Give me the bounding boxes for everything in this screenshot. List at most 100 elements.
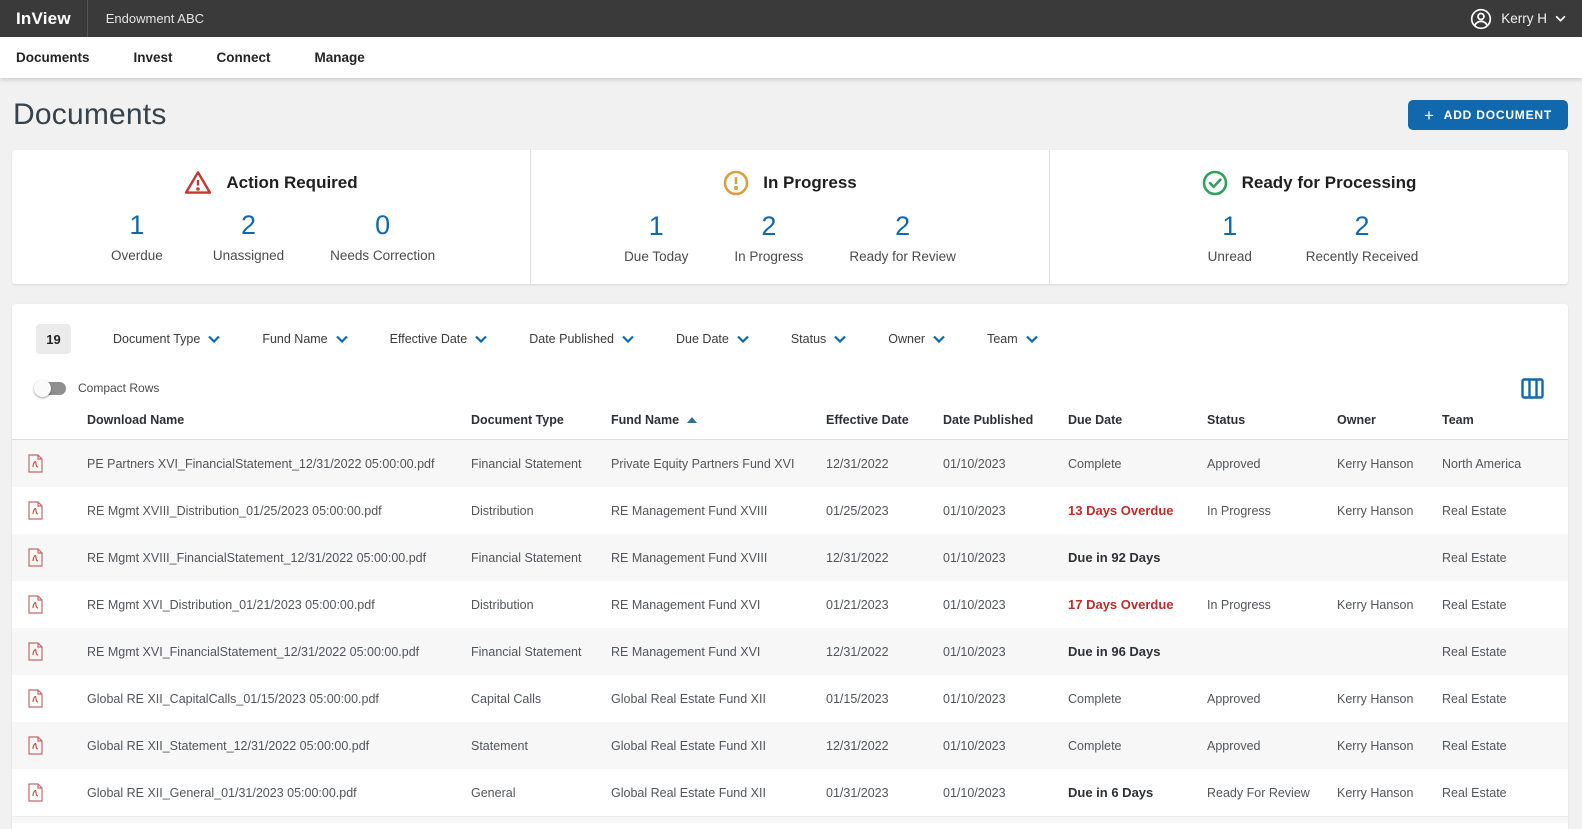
nav-item-documents[interactable]: Documents	[16, 50, 90, 65]
filter-fund-name[interactable]: Fund Name	[262, 332, 347, 346]
filter-status[interactable]: Status	[791, 332, 846, 346]
app-logo: InView	[16, 9, 71, 29]
cell-download-name[interactable]: Global RE XII_General_01/31/2023 05:00:0…	[87, 786, 471, 800]
filter-document-type[interactable]: Document Type	[113, 332, 220, 346]
cell-fund-name: RE Management Fund XVI	[611, 598, 826, 612]
cell-date-published: 01/10/2023	[943, 739, 1068, 753]
compact-rows-toggle[interactable]: Compact Rows	[36, 381, 159, 395]
col-team[interactable]: Team	[1442, 413, 1568, 427]
filter-label: Document Type	[113, 332, 200, 346]
cell-effective-date: 12/31/2022	[826, 457, 943, 471]
table-row[interactable]: Global RE XII_General_01/31/2023 05:00:0…	[12, 769, 1568, 816]
cell-fund-name: Global Real Estate Fund XII	[611, 692, 826, 706]
stat-value: 2	[895, 212, 910, 242]
cell-date-published: 01/10/2023	[943, 504, 1068, 518]
stat-label: Needs Correction	[330, 248, 435, 263]
col-date-published[interactable]: Date Published	[943, 413, 1068, 427]
pdf-file-icon	[12, 595, 87, 614]
stat-value: 0	[375, 211, 390, 241]
summary-title: Action Required	[226, 173, 357, 193]
cell-fund-name: RE Management Fund XVI	[611, 645, 826, 659]
result-count-badge: 19	[36, 324, 71, 354]
chevron-down-icon	[834, 335, 846, 343]
account-circle-icon	[1469, 7, 1493, 31]
cell-status: In Progress	[1207, 504, 1337, 518]
chevron-down-icon	[737, 335, 749, 343]
nav-item-invest[interactable]: Invest	[134, 50, 173, 65]
stat-label: In Progress	[734, 249, 803, 264]
table-row[interactable]: RE Mgmt XVI_FinancialStatement_12/31/202…	[12, 628, 1568, 675]
nav-item-manage[interactable]: Manage	[315, 50, 365, 65]
cell-due-date: Complete	[1068, 739, 1207, 753]
col-document-type[interactable]: Document Type	[471, 413, 611, 427]
table-row[interactable]: RE Mgmt XVIII_Distribution_01/25/2023 05…	[12, 487, 1568, 534]
stat-unassigned: 2 Unassigned	[213, 211, 284, 263]
filter-team[interactable]: Team	[987, 332, 1038, 346]
cell-date-published: 01/10/2023	[943, 457, 1068, 471]
toggle-track	[36, 382, 66, 395]
table-row[interactable]: RE Mgmt XVIII_FinancialStatement_12/31/2…	[12, 534, 1568, 581]
cell-owner: Kerry Hanson	[1337, 692, 1442, 706]
cell-download-name[interactable]: RE Mgmt XVI_Distribution_01/21/2023 05:0…	[87, 598, 471, 612]
stat-value: 1	[649, 212, 664, 242]
filter-label: Fund Name	[262, 332, 327, 346]
add-document-button[interactable]: + ADD DOCUMENT	[1408, 100, 1568, 130]
stat-value: 1	[129, 211, 144, 241]
cell-download-name[interactable]: RE Mgmt XVIII_Distribution_01/25/2023 05…	[87, 504, 471, 518]
cell-document-type: Distribution	[471, 598, 611, 612]
table-row[interactable]: Global RE XII_CapitalCalls_01/15/2023 05…	[12, 675, 1568, 722]
cell-status: In Progress	[1207, 598, 1337, 612]
nav-item-connect[interactable]: Connect	[217, 50, 271, 65]
col-fund-name[interactable]: Fund Name	[611, 413, 826, 427]
cell-download-name[interactable]: RE Mgmt XVIII_FinancialStatement_12/31/2…	[87, 551, 471, 565]
pdf-file-icon	[12, 736, 87, 755]
cell-due-date: Due in 6 Days	[1068, 785, 1207, 800]
col-status[interactable]: Status	[1207, 413, 1337, 427]
stat-value: 2	[1354, 212, 1369, 242]
user-menu[interactable]: Kerry H	[1469, 7, 1566, 31]
cell-download-name[interactable]: Global RE XII_Statement_12/31/2022 05:00…	[87, 739, 471, 753]
table-header: Download Name Document Type Fund Name Ef…	[12, 400, 1568, 440]
col-owner[interactable]: Owner	[1337, 413, 1442, 427]
cell-owner: Kerry Hanson	[1337, 786, 1442, 800]
filter-effective-date[interactable]: Effective Date	[390, 332, 488, 346]
cell-fund-name: RE Management Fund XVIII	[611, 551, 826, 565]
workspace-name: Endowment ABC	[106, 11, 204, 26]
col-effective-date[interactable]: Effective Date	[826, 413, 943, 427]
col-label: Fund Name	[611, 413, 679, 427]
topbar-divider	[87, 0, 88, 37]
summary-in-progress: In Progress 1 Due Today 2 In Progress 2 …	[530, 150, 1049, 284]
toggle-knob	[34, 380, 51, 397]
filter-owner[interactable]: Owner	[888, 332, 945, 346]
stat-in-progress: 2 In Progress	[734, 212, 803, 264]
col-download-name[interactable]: Download Name	[87, 413, 471, 427]
cell-team: Real Estate	[1442, 645, 1568, 659]
summary-ready-for-processing: Ready for Processing 1 Unread 2 Recently…	[1049, 150, 1568, 284]
cell-team: Real Estate	[1442, 739, 1568, 753]
chevron-down-icon	[1555, 15, 1566, 22]
table-row[interactable]: Global RE XII_Statement_12/31/2022 05:00…	[12, 722, 1568, 769]
cell-fund-name: Global Real Estate Fund XII	[611, 739, 826, 753]
stat-label: Unassigned	[213, 248, 284, 263]
cell-date-published: 01/10/2023	[943, 786, 1068, 800]
cell-effective-date: 01/31/2023	[826, 786, 943, 800]
filter-date-published[interactable]: Date Published	[529, 332, 634, 346]
chevron-down-icon	[1026, 335, 1038, 343]
stat-value: 2	[241, 211, 256, 241]
chevron-down-icon	[208, 335, 220, 343]
filter-due-date[interactable]: Due Date	[676, 332, 749, 346]
cell-download-name[interactable]: RE Mgmt XVI_FinancialStatement_12/31/202…	[87, 645, 471, 659]
cell-download-name[interactable]: PE Partners XVI_FinancialStatement_12/31…	[87, 457, 471, 471]
cell-effective-date: 12/31/2022	[826, 645, 943, 659]
table-row[interactable]: RE Mgmt XVI_Distribution_01/21/2023 05:0…	[12, 581, 1568, 628]
stat-recently-received: 2 Recently Received	[1306, 212, 1419, 264]
cell-document-type: Statement	[471, 739, 611, 753]
user-name: Kerry H	[1501, 11, 1547, 26]
pdf-file-icon	[12, 689, 87, 708]
cell-document-type: General	[471, 786, 611, 800]
stat-overdue: 1 Overdue	[107, 211, 167, 263]
col-due-date[interactable]: Due Date	[1068, 413, 1207, 427]
cell-download-name[interactable]: Global RE XII_CapitalCalls_01/15/2023 05…	[87, 692, 471, 706]
column-settings-icon[interactable]	[1521, 378, 1544, 399]
table-row[interactable]: PE Partners XVI_FinancialStatement_12/31…	[12, 440, 1568, 487]
